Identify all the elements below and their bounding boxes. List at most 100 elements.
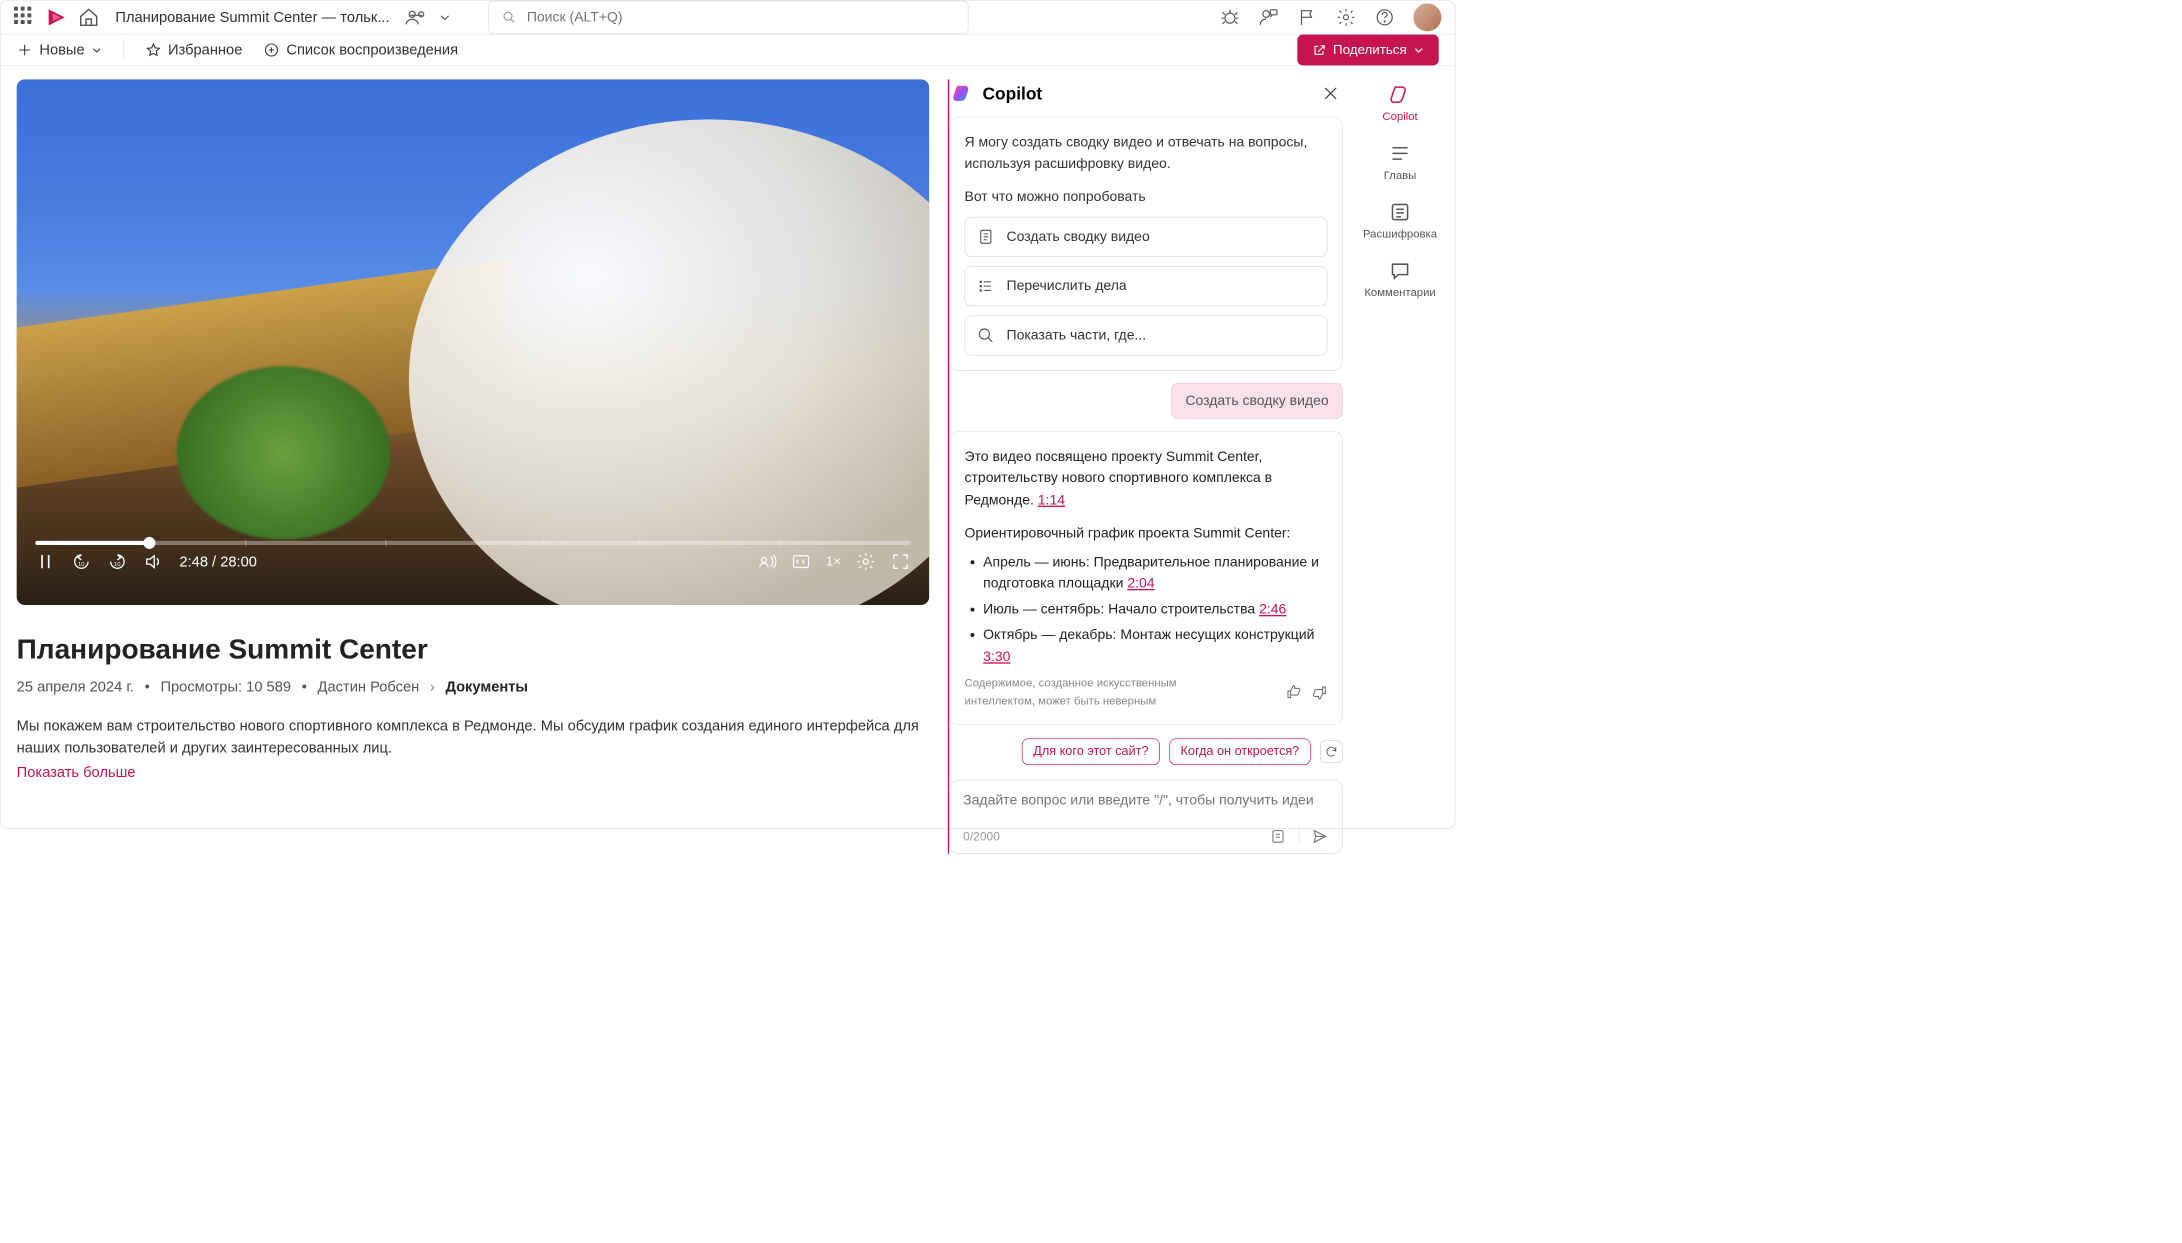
time-display: 2:48 / 28:00 bbox=[179, 553, 257, 570]
response-subhead: Ориентировочный график проекта Summit Ce… bbox=[964, 523, 1327, 545]
progress-bar[interactable] bbox=[35, 541, 910, 545]
app-launcher-icon[interactable] bbox=[14, 7, 35, 28]
suggestion-label: Перечислить дела bbox=[1007, 278, 1127, 294]
new-label: Новые bbox=[39, 41, 84, 58]
rewind10-icon[interactable]: 10 bbox=[71, 552, 91, 572]
command-bar: Новые Избранное Список воспроизведения П… bbox=[1, 34, 1455, 66]
audio-description-icon[interactable] bbox=[757, 552, 777, 572]
top-right-actions bbox=[1220, 3, 1441, 31]
bug-icon[interactable] bbox=[1220, 7, 1240, 27]
refresh-button[interactable] bbox=[1320, 740, 1343, 763]
document-title: Планирование Summit Center — тольк... bbox=[115, 9, 389, 26]
chevron-down-icon[interactable] bbox=[439, 11, 451, 23]
prompt-guide-icon[interactable] bbox=[1269, 828, 1286, 845]
copilot-input[interactable] bbox=[963, 792, 1329, 817]
player-controls: 10 10 2:48 / 28:00 1× bbox=[17, 541, 929, 605]
ai-disclaimer: Содержимое, созданное искусственным инте… bbox=[964, 675, 1327, 710]
gear-icon[interactable] bbox=[1336, 7, 1356, 27]
volume-icon[interactable] bbox=[143, 552, 163, 572]
followup-pill[interactable]: Для кого этот сайт? bbox=[1022, 738, 1160, 765]
timestamp-link[interactable]: 2:46 bbox=[1259, 601, 1286, 616]
player-settings-icon[interactable] bbox=[856, 552, 876, 572]
send-icon[interactable] bbox=[1311, 828, 1328, 845]
followup-row: Для кого этот сайт? Когда он откроется? bbox=[949, 738, 1343, 765]
share-button[interactable]: Поделиться bbox=[1297, 35, 1439, 66]
video-author[interactable]: Дастин Робсен bbox=[318, 678, 420, 695]
show-more-link[interactable]: Показать больше bbox=[17, 764, 929, 781]
copilot-try-label: Вот что можно попробовать bbox=[964, 186, 1327, 207]
thumbs-down-icon[interactable] bbox=[1311, 684, 1327, 700]
search-box[interactable] bbox=[488, 1, 968, 34]
tab-label: Комментарии bbox=[1364, 286, 1435, 299]
timestamp-link[interactable]: 2:04 bbox=[1127, 576, 1154, 591]
tab-comments[interactable]: Комментарии bbox=[1364, 259, 1435, 299]
thumbs-up-icon[interactable] bbox=[1286, 684, 1302, 700]
tab-label: Главы bbox=[1384, 169, 1417, 182]
timestamp-link[interactable]: 3:30 bbox=[983, 649, 1010, 664]
video-views: Просмотры: 10 589 bbox=[160, 678, 291, 695]
chapters-icon bbox=[1389, 142, 1412, 165]
person-feedback-icon[interactable] bbox=[1259, 7, 1279, 27]
task-list-icon bbox=[977, 277, 994, 294]
share-label: Поделиться bbox=[1333, 42, 1407, 57]
video-title: Планирование Summit Center bbox=[17, 633, 929, 665]
copilot-logo-icon bbox=[952, 82, 975, 105]
fullscreen-icon[interactable] bbox=[890, 552, 910, 572]
new-button[interactable]: Новые bbox=[17, 41, 102, 58]
shared-indicator-icon[interactable] bbox=[404, 8, 428, 27]
video-player[interactable]: 10 10 2:48 / 28:00 1× bbox=[17, 79, 929, 605]
favorites-label: Избранное bbox=[168, 41, 242, 58]
refresh-icon bbox=[1325, 745, 1338, 758]
captions-icon[interactable] bbox=[791, 552, 811, 572]
copilot-input-card: 0/2000 bbox=[949, 780, 1343, 854]
copilot-header: Copilot bbox=[949, 79, 1343, 116]
forward10-icon[interactable]: 10 bbox=[107, 552, 127, 572]
user-message: Создать сводку видео bbox=[1171, 383, 1342, 419]
video-date: 25 апреля 2024 г. bbox=[17, 678, 134, 695]
main-body: 10 10 2:48 / 28:00 1× Планиро bbox=[1, 66, 1455, 867]
pause-icon[interactable] bbox=[35, 552, 55, 572]
divider bbox=[1299, 828, 1300, 845]
close-icon[interactable] bbox=[1321, 84, 1340, 103]
home-icon[interactable] bbox=[78, 7, 99, 28]
search-icon bbox=[977, 326, 994, 343]
playlist-button[interactable]: Список воспроизведения bbox=[264, 41, 458, 58]
favorites-button[interactable]: Избранное bbox=[145, 41, 242, 58]
chevron-down-icon bbox=[1413, 45, 1424, 56]
timestamp-link[interactable]: 1:14 bbox=[1038, 492, 1065, 507]
suggestion-list-tasks[interactable]: Перечислить дела bbox=[964, 266, 1327, 306]
suggestion-summarize[interactable]: Создать сводку видео bbox=[964, 216, 1327, 256]
tab-copilot[interactable]: Copilot bbox=[1382, 83, 1417, 123]
followup-pill[interactable]: Когда он откроется? bbox=[1169, 738, 1310, 765]
timeline-item: Апрель — июнь: Предварительное планирова… bbox=[983, 551, 1327, 594]
search-input[interactable] bbox=[527, 9, 955, 25]
plus-icon bbox=[17, 42, 33, 58]
svg-text:10: 10 bbox=[78, 562, 85, 568]
copilot-title: Copilot bbox=[982, 83, 1042, 104]
speed-display[interactable]: 1× bbox=[826, 554, 841, 569]
chevron-right-icon: › bbox=[430, 678, 435, 695]
suggestion-show-parts[interactable]: Показать части, где... bbox=[964, 315, 1327, 355]
char-count: 0/2000 bbox=[963, 829, 1000, 843]
document-sparkle-icon bbox=[977, 228, 994, 245]
transcript-icon bbox=[1389, 201, 1412, 224]
star-icon bbox=[145, 42, 161, 58]
stream-app-logo-icon[interactable] bbox=[46, 7, 67, 28]
help-icon[interactable] bbox=[1375, 7, 1395, 27]
video-meta: 25 апреля 2024 г. • Просмотры: 10 589 • … bbox=[17, 678, 929, 695]
copilot-tab-icon bbox=[1389, 83, 1412, 106]
tab-transcript[interactable]: Расшифровка bbox=[1363, 201, 1437, 241]
breadcrumb-documents[interactable]: Документы bbox=[445, 678, 528, 695]
search-icon bbox=[502, 10, 516, 25]
side-tabs: Copilot Главы Расшифровка Комментарии bbox=[1361, 79, 1438, 853]
user-avatar[interactable] bbox=[1413, 3, 1441, 31]
svg-text:10: 10 bbox=[114, 562, 121, 568]
tab-chapters[interactable]: Главы bbox=[1384, 142, 1417, 182]
tab-label: Расшифровка bbox=[1363, 227, 1437, 240]
top-header: Планирование Summit Center — тольк... bbox=[1, 1, 1455, 34]
flag-icon[interactable] bbox=[1297, 7, 1317, 27]
chevron-down-icon bbox=[91, 45, 102, 56]
tab-label: Copilot bbox=[1382, 110, 1417, 123]
add-circle-icon bbox=[264, 42, 280, 58]
timeline-item: Октябрь — декабрь: Монтаж несущих констр… bbox=[983, 625, 1327, 668]
